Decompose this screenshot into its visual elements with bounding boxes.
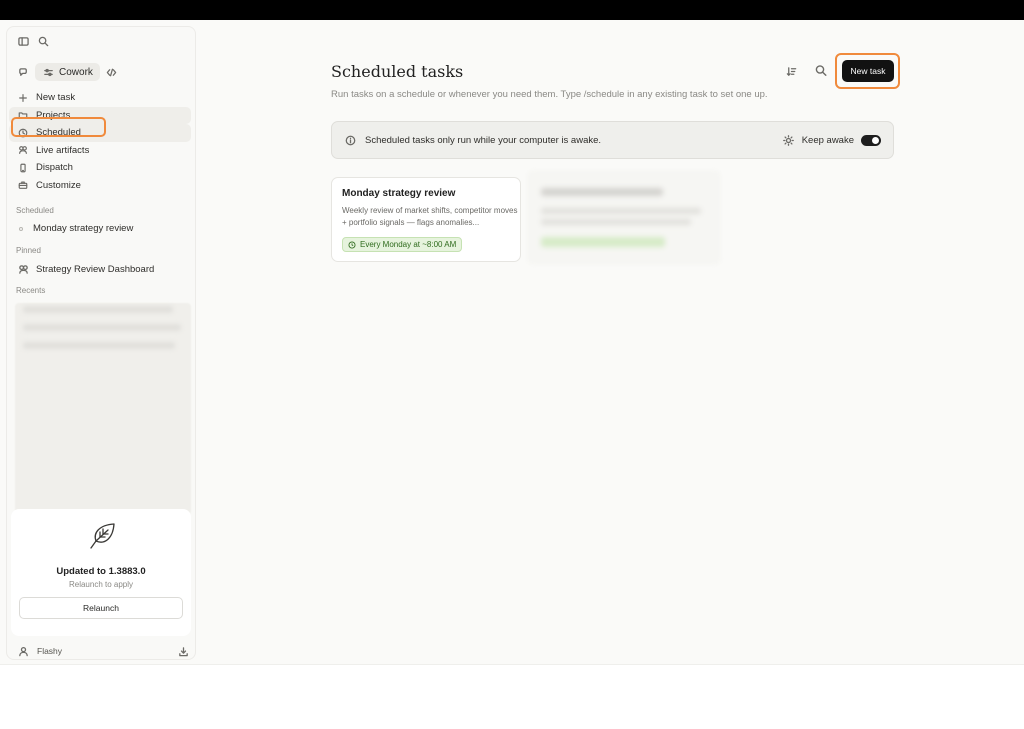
update-subtitle: Relaunch to apply (68, 580, 134, 589)
sort-icon[interactable] (785, 65, 797, 77)
sidebar-item-new-task[interactable]: New task (9, 89, 191, 107)
new-task-button[interactable]: New task (842, 60, 894, 82)
scheduled-section-label: Scheduled (16, 206, 54, 215)
phone-icon (17, 162, 29, 174)
briefcase-icon (17, 179, 29, 191)
task-description: Weekly review of market shifts, competit… (342, 206, 518, 227)
sun-icon (783, 134, 795, 146)
task-card-blurred[interactable] (527, 170, 721, 265)
screen-top-bar (0, 0, 1024, 20)
scheduled-item[interactable]: Monday strategy review (17, 223, 133, 234)
search-icon[interactable] (37, 35, 49, 47)
search-icon[interactable] (815, 64, 827, 76)
schedule-badge-label: Every Monday at ~8:00 AM (360, 240, 457, 249)
status-dot-icon (19, 226, 23, 231)
leaf-icon (90, 523, 115, 549)
pinned-item-label: Strategy Review Dashboard (36, 263, 155, 275)
plus-icon (17, 92, 29, 104)
sidebar-nav: New task Projects Scheduled Live artifac… (9, 89, 191, 194)
awake-info-banner: Scheduled tasks only run while your comp… (331, 121, 894, 159)
mode-switcher: Cowork (17, 63, 118, 81)
sidebar-item-label: Dispatch (36, 162, 73, 174)
keep-awake-control: Keep awake (783, 134, 881, 146)
recents-list-blurred (15, 303, 191, 515)
artifact-icon (17, 144, 29, 156)
sidebar-item-live-artifacts[interactable]: Live artifacts (9, 142, 191, 160)
recents-item-blurred[interactable] (23, 306, 173, 313)
artifact-icon (17, 263, 29, 275)
recents-item-blurred[interactable] (23, 324, 181, 331)
keep-awake-label: Keep awake (801, 134, 854, 146)
scheduled-item-label: Monday strategy review (33, 223, 134, 234)
awake-info-message: Scheduled tasks only run while your comp… (365, 134, 602, 146)
keep-awake-toggle[interactable] (861, 134, 881, 146)
code-icon[interactable] (106, 66, 118, 78)
task-title: Monday strategy review (342, 188, 456, 199)
user-row[interactable]: Flashy (17, 645, 189, 657)
cowork-mode-label: Cowork (59, 66, 93, 78)
update-title: Updated to 1.3883.0 (56, 566, 146, 577)
sidebar-toggle-icon[interactable] (17, 35, 29, 47)
recents-section-label: Recents (16, 286, 46, 295)
sliders-icon (42, 66, 54, 78)
page-subtitle: Run tasks on a schedule or whenever you … (331, 89, 768, 100)
pinned-section-label: Pinned (16, 246, 41, 255)
sidebar-item-dispatch[interactable]: Dispatch (9, 159, 191, 177)
task-card[interactable]: Monday strategy review Weekly review of … (331, 177, 521, 262)
download-icon[interactable] (177, 645, 189, 657)
app-window: Cowork New task Projects Scheduled Live … (0, 20, 1024, 665)
sidebar-item-label: New task (36, 92, 76, 104)
pinned-item[interactable]: Strategy Review Dashboard (17, 263, 154, 275)
user-name: Flashy (37, 646, 63, 656)
info-icon (344, 134, 356, 146)
cowork-mode-button[interactable]: Cowork (35, 63, 100, 81)
recents-item-blurred[interactable] (23, 342, 175, 349)
schedule-badge: Every Monday at ~8:00 AM (342, 237, 463, 252)
sidebar-item-customize[interactable]: Customize (9, 177, 191, 195)
update-card: Updated to 1.3883.0 Relaunch to apply Re… (11, 509, 191, 636)
sidebar-item-label: Live artifacts (36, 144, 90, 156)
user-icon (17, 645, 29, 657)
sidebar-toolbar (17, 35, 49, 47)
page-title: Scheduled tasks (331, 62, 464, 81)
relaunch-button[interactable]: Relaunch (19, 597, 183, 619)
sidebar-item-label: Customize (36, 179, 81, 191)
scheduled-highlight-outline (11, 117, 106, 137)
chat-icon[interactable] (17, 66, 29, 78)
clock-icon (348, 241, 356, 248)
